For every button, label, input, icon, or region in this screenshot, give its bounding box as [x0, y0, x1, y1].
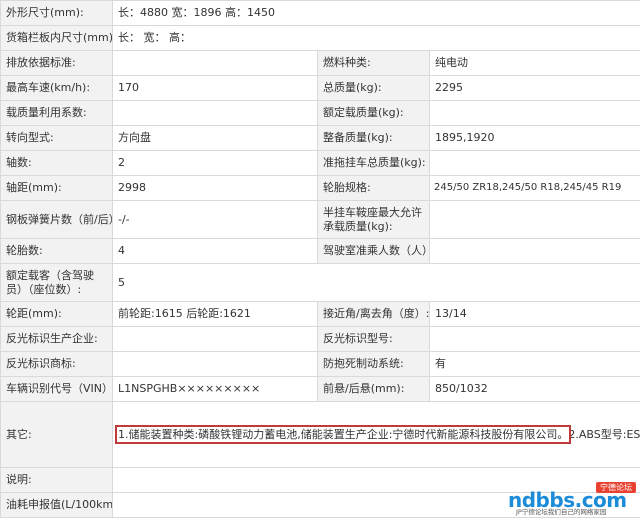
vehicle-spec-table: 外形尺寸(mm): 长：4880 宽：1896 高：1450 货箱栏板内尺寸(m…	[0, 0, 640, 518]
load-coef-label: 载质量利用系数:	[0, 100, 113, 126]
abs-label: 防抱死制动系统:	[317, 351, 430, 377]
emission-std-value	[112, 50, 318, 76]
table-row: 载质量利用系数: 额定载质量(kg):	[0, 100, 640, 126]
axles-value: 2	[112, 150, 318, 176]
table-row: 额定载客（含驾驶员）（座位数）: 5	[0, 263, 640, 302]
semi-trailer-value	[428, 200, 640, 239]
emission-std-label: 排放依据标准:	[0, 50, 113, 76]
other-rest: 2.ABS型号:ESP9,ABS生产企业:博世汽车部件(苏州)有限公司。3.选装…	[568, 427, 640, 441]
note-label: 说明:	[0, 467, 113, 493]
other-label: 其它:	[0, 401, 113, 468]
seats-value: 5	[111, 263, 640, 302]
seats-label: 额定载客（含驾驶员）（座位数）:	[0, 263, 113, 302]
cab-passengers-value	[428, 238, 640, 264]
cargo-box-value: 长： 宽： 高：	[111, 25, 640, 51]
abs-value: 有	[428, 351, 640, 377]
reflector-maker-value	[112, 326, 318, 352]
fuel-consumption-label: 油耗申报值(L/100km):	[0, 492, 113, 518]
trailer-mass-value	[428, 150, 640, 176]
table-row: 最高车速(km/h): 170 总质量(kg): 2295	[0, 75, 640, 101]
leaf-springs-value: -/-	[112, 200, 318, 239]
dimensions-label: 外形尺寸(mm):	[0, 0, 113, 26]
steering-value: 方向盘	[112, 125, 318, 151]
axles-label: 轴数:	[0, 150, 113, 176]
table-row: 车辆识别代号（VIN）: L1NSPGHB××××××××× 前悬/后悬(mm)…	[0, 376, 640, 402]
total-mass-value: 2295	[428, 75, 640, 101]
track-value: 前轮距:1615 后轮距:1621	[112, 301, 318, 327]
tires-value: 4	[112, 238, 318, 264]
approach-angle-value: 13/14	[428, 301, 640, 327]
max-speed-value: 170	[112, 75, 318, 101]
reflector-maker-label: 反光标识生产企业:	[0, 326, 113, 352]
reflector-model-value	[428, 326, 640, 352]
leaf-springs-label: 钢板弹簧片数（前/后）:	[0, 200, 113, 239]
track-label: 轮距(mm):	[0, 301, 113, 327]
fuel-type-label: 燃料种类:	[317, 50, 430, 76]
approach-angle-label: 接近角/离去角（度）:	[317, 301, 430, 327]
table-row: 反光标识生产企业: 反光标识型号:	[0, 326, 640, 352]
table-row: 外形尺寸(mm): 长：4880 宽：1896 高：1450	[0, 0, 640, 26]
overhang-label: 前悬/后悬(mm):	[317, 376, 430, 402]
table-row: 轮胎数: 4 驾驶室准乘人数（人）:	[0, 238, 640, 264]
table-row: 轴数: 2 准拖挂车总质量(kg):	[0, 150, 640, 176]
semi-trailer-label: 半挂车鞍座最大允许承载质量(kg):	[317, 200, 430, 239]
total-mass-label: 总质量(kg):	[317, 75, 430, 101]
reflector-model-label: 反光标识型号:	[317, 326, 430, 352]
other-value: 1.储能装置种类:磷酸铁锂动力蓄电池,储能装置生产企业:宁德时代新能源科技股份有…	[111, 401, 640, 468]
tire-spec-label: 轮胎规格:	[317, 175, 430, 201]
max-speed-label: 最高车速(km/h):	[0, 75, 113, 101]
table-row: 排放依据标准: 燃料种类: 纯电动	[0, 50, 640, 76]
trailer-mass-label: 准拖挂车总质量(kg):	[317, 150, 430, 176]
table-row: 轴距(mm): 2998 轮胎规格: 245/50 ZR18,245/50 R1…	[0, 175, 640, 201]
table-row: 转向型式: 方向盘 整备质量(kg): 1895,1920	[0, 125, 640, 151]
steering-label: 转向型式:	[0, 125, 113, 151]
dimensions-value: 长：4880 宽：1896 高：1450	[111, 0, 640, 26]
table-row: 货箱栏板内尺寸(mm): 长： 宽： 高：	[0, 25, 640, 51]
cab-passengers-label: 驾驶室准乘人数（人）:	[317, 238, 430, 264]
rated-load-value	[428, 100, 640, 126]
table-row: 其它: 1.储能装置种类:磷酸铁锂动力蓄电池,储能装置生产企业:宁德时代新能源科…	[0, 401, 640, 468]
curb-mass-value: 1895,1920	[428, 125, 640, 151]
vin-value: L1NSPGHB×××××××××	[112, 376, 318, 402]
table-row: 反光标识商标: 防抱死制动系统: 有	[0, 351, 640, 377]
fuel-type-value: 纯电动	[428, 50, 640, 76]
rated-load-label: 额定载质量(kg):	[317, 100, 430, 126]
watermark-subtitle: JP宁德论坛我们自己的网络家园	[516, 508, 607, 516]
overhang-value: 850/1032	[428, 376, 640, 402]
curb-mass-label: 整备质量(kg):	[317, 125, 430, 151]
site-watermark: 宁德论坛 ndbbs.com JP宁德论坛我们自己的网络家园	[508, 482, 636, 516]
table-row: 钢板弹簧片数（前/后）: -/- 半挂车鞍座最大允许承载质量(kg):	[0, 200, 640, 239]
vin-label: 车辆识别代号（VIN）:	[0, 376, 113, 402]
table-row: 轮距(mm): 前轮距:1615 后轮距:1621 接近角/离去角（度）: 13…	[0, 301, 640, 327]
load-coef-value	[112, 100, 318, 126]
tires-label: 轮胎数:	[0, 238, 113, 264]
reflector-brand-value	[112, 351, 318, 377]
tire-spec-value: 245/50 ZR18,245/50 R18,245/45 R19	[428, 175, 640, 201]
wheelbase-label: 轴距(mm):	[0, 175, 113, 201]
wheelbase-value: 2998	[112, 175, 318, 201]
cargo-box-label: 货箱栏板内尺寸(mm):	[0, 25, 113, 51]
battery-highlight: 1.储能装置种类:磷酸铁锂动力蓄电池,储能装置生产企业:宁德时代新能源科技股份有…	[114, 424, 572, 444]
reflector-brand-label: 反光标识商标:	[0, 351, 113, 377]
